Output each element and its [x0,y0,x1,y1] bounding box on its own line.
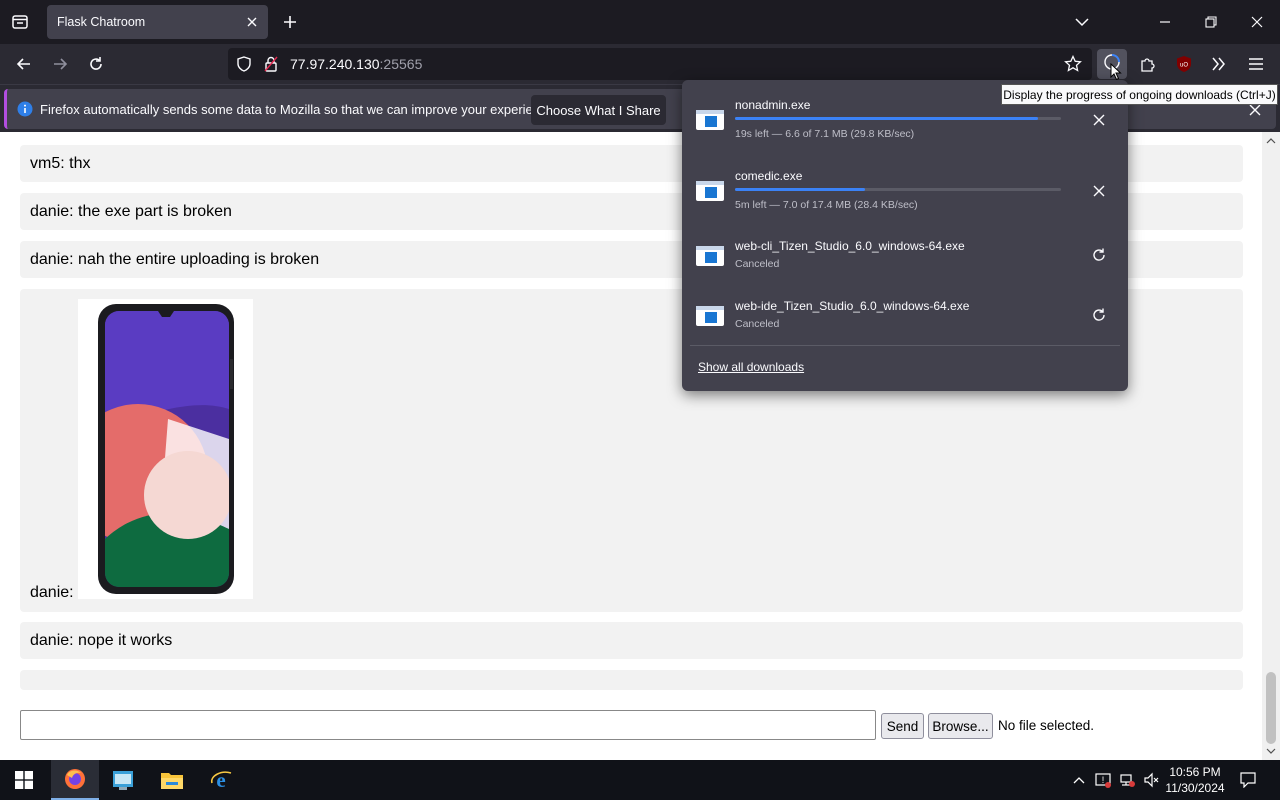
cancel-download-icon[interactable] [1089,110,1109,130]
exe-file-icon [696,110,724,130]
download-name: web-ide_Tizen_Studio_6.0_windows-64.exe [735,299,970,313]
notification-text: Firefox automatically sends some data to… [40,102,558,117]
show-all-downloads-link[interactable]: Show all downloads [698,360,804,374]
downloads-tooltip: Display the progress of ongoing download… [1001,84,1278,105]
lock-icon[interactable] [264,56,278,77]
browse-file-button[interactable]: Browse... [928,713,993,739]
hamburger-menu-icon[interactable] [1244,52,1268,76]
more-tools-icon[interactable] [1207,52,1231,76]
cancel-download-icon[interactable] [1089,181,1109,201]
phone-image[interactable] [78,299,253,599]
chat-message: danie: nope it works [20,622,1243,659]
chat-message-partial [20,670,1243,690]
url-host: 77.97.240.130 [290,56,380,72]
send-button[interactable]: Send [881,713,924,739]
bookmark-star-icon[interactable] [1061,52,1085,76]
firefox-taskbar-icon[interactable] [51,760,99,800]
tab-list-icon[interactable] [8,10,32,34]
download-progress-fill [735,117,1039,120]
download-progress-bar [735,117,1061,120]
tab-title: Flask Chatroom [57,15,146,29]
new-tab-icon[interactable] [279,11,301,33]
back-icon[interactable] [12,52,36,76]
download-name: nonadmin.exe [735,98,811,112]
tray-chevron-up-icon[interactable] [1070,772,1088,788]
downloads-button[interactable] [1097,49,1127,81]
minimize-icon[interactable] [1153,10,1177,34]
windows-start-icon[interactable] [0,760,48,800]
panel-divider [690,345,1120,346]
download-name: comedic.exe [735,169,803,183]
internet-explorer-taskbar-icon[interactable]: e [197,760,245,800]
download-status: Canceled [735,258,780,270]
close-tab-icon[interactable] [244,14,260,30]
page-scrollbar[interactable] [1262,132,1280,760]
extensions-icon[interactable] [1136,52,1160,76]
downloads-panel: nonadmin.exe 19s left — 6.6 of 7.1 MB (2… [682,80,1128,391]
svg-text:!: ! [1102,775,1105,785]
tab-flask-chatroom[interactable]: Flask Chatroom [47,5,268,39]
shield-icon[interactable] [236,56,252,77]
svg-text:uO: uO [1180,63,1188,69]
system-clock[interactable]: 10:56 PM 11/30/2024 [1160,764,1230,796]
tab-bar: Flask Chatroom [0,0,1280,44]
download-progress-fill [735,188,866,191]
message-text: vm5: thx [30,155,91,172]
message-input[interactable] [20,710,876,740]
server-manager-taskbar-icon[interactable] [99,760,147,800]
volume-muted-icon[interactable] [1142,772,1160,788]
download-status: 19s left — 6.6 of 7.1 MB (29.8 KB/sec) [735,128,915,140]
scroll-up-arrow-icon[interactable] [1265,136,1277,146]
file-explorer-taskbar-icon[interactable] [148,760,196,800]
info-icon [17,101,33,122]
download-status: 5m left — 7.0 of 17.4 MB (28.4 KB/sec) [735,199,918,211]
retry-download-icon[interactable] [1089,245,1109,265]
download-item[interactable]: web-ide_Tizen_Studio_6.0_windows-64.exe … [682,295,1128,359]
url-text: 77.97.240.130:25565 [290,56,422,72]
scroll-thumb[interactable] [1266,672,1276,744]
list-all-tabs-icon[interactable] [1070,10,1094,34]
exe-file-icon [696,306,724,326]
download-item[interactable]: comedic.exe 5m left — 7.0 of 17.4 MB (28… [682,165,1128,229]
ublock-icon[interactable]: uO [1172,52,1196,76]
clock-time: 10:56 PM [1169,765,1221,779]
network-icon[interactable] [1118,772,1136,788]
clock-date: 11/30/2024 [1165,781,1225,795]
file-status-text: No file selected. [998,718,1095,733]
notification-center-icon[interactable] [1239,772,1257,788]
reload-icon[interactable] [84,52,108,76]
restore-icon[interactable] [1199,10,1223,34]
window-close-icon[interactable] [1245,10,1269,34]
download-item[interactable]: web-cli_Tizen_Studio_6.0_windows-64.exe … [682,235,1128,299]
message-text: danie: [30,584,74,601]
message-text: danie: the exe part is broken [30,203,232,220]
choose-what-i-share-button[interactable]: Choose What I Share [531,95,666,125]
scroll-down-arrow-icon[interactable] [1265,746,1277,756]
forward-icon[interactable] [48,52,72,76]
url-port: :25565 [379,56,423,72]
retry-download-icon[interactable] [1089,305,1109,325]
message-text: danie: nah the entire uploading is broke… [30,251,320,268]
action-alert-icon[interactable]: ! [1094,772,1112,788]
download-progress-bar [735,188,1061,191]
download-status: Canceled [735,318,780,330]
message-text: danie: nope it works [30,632,173,649]
exe-file-icon [696,246,724,266]
download-name: web-cli_Tizen_Studio_6.0_windows-64.exe [735,239,965,253]
nav-bar: 77.97.240.130:25565 uO [0,44,1280,84]
exe-file-icon [696,181,724,201]
windows-taskbar: e ! 10:56 PM 11/30/2024 [0,760,1280,800]
url-bar[interactable]: 77.97.240.130:25565 [228,48,1092,80]
